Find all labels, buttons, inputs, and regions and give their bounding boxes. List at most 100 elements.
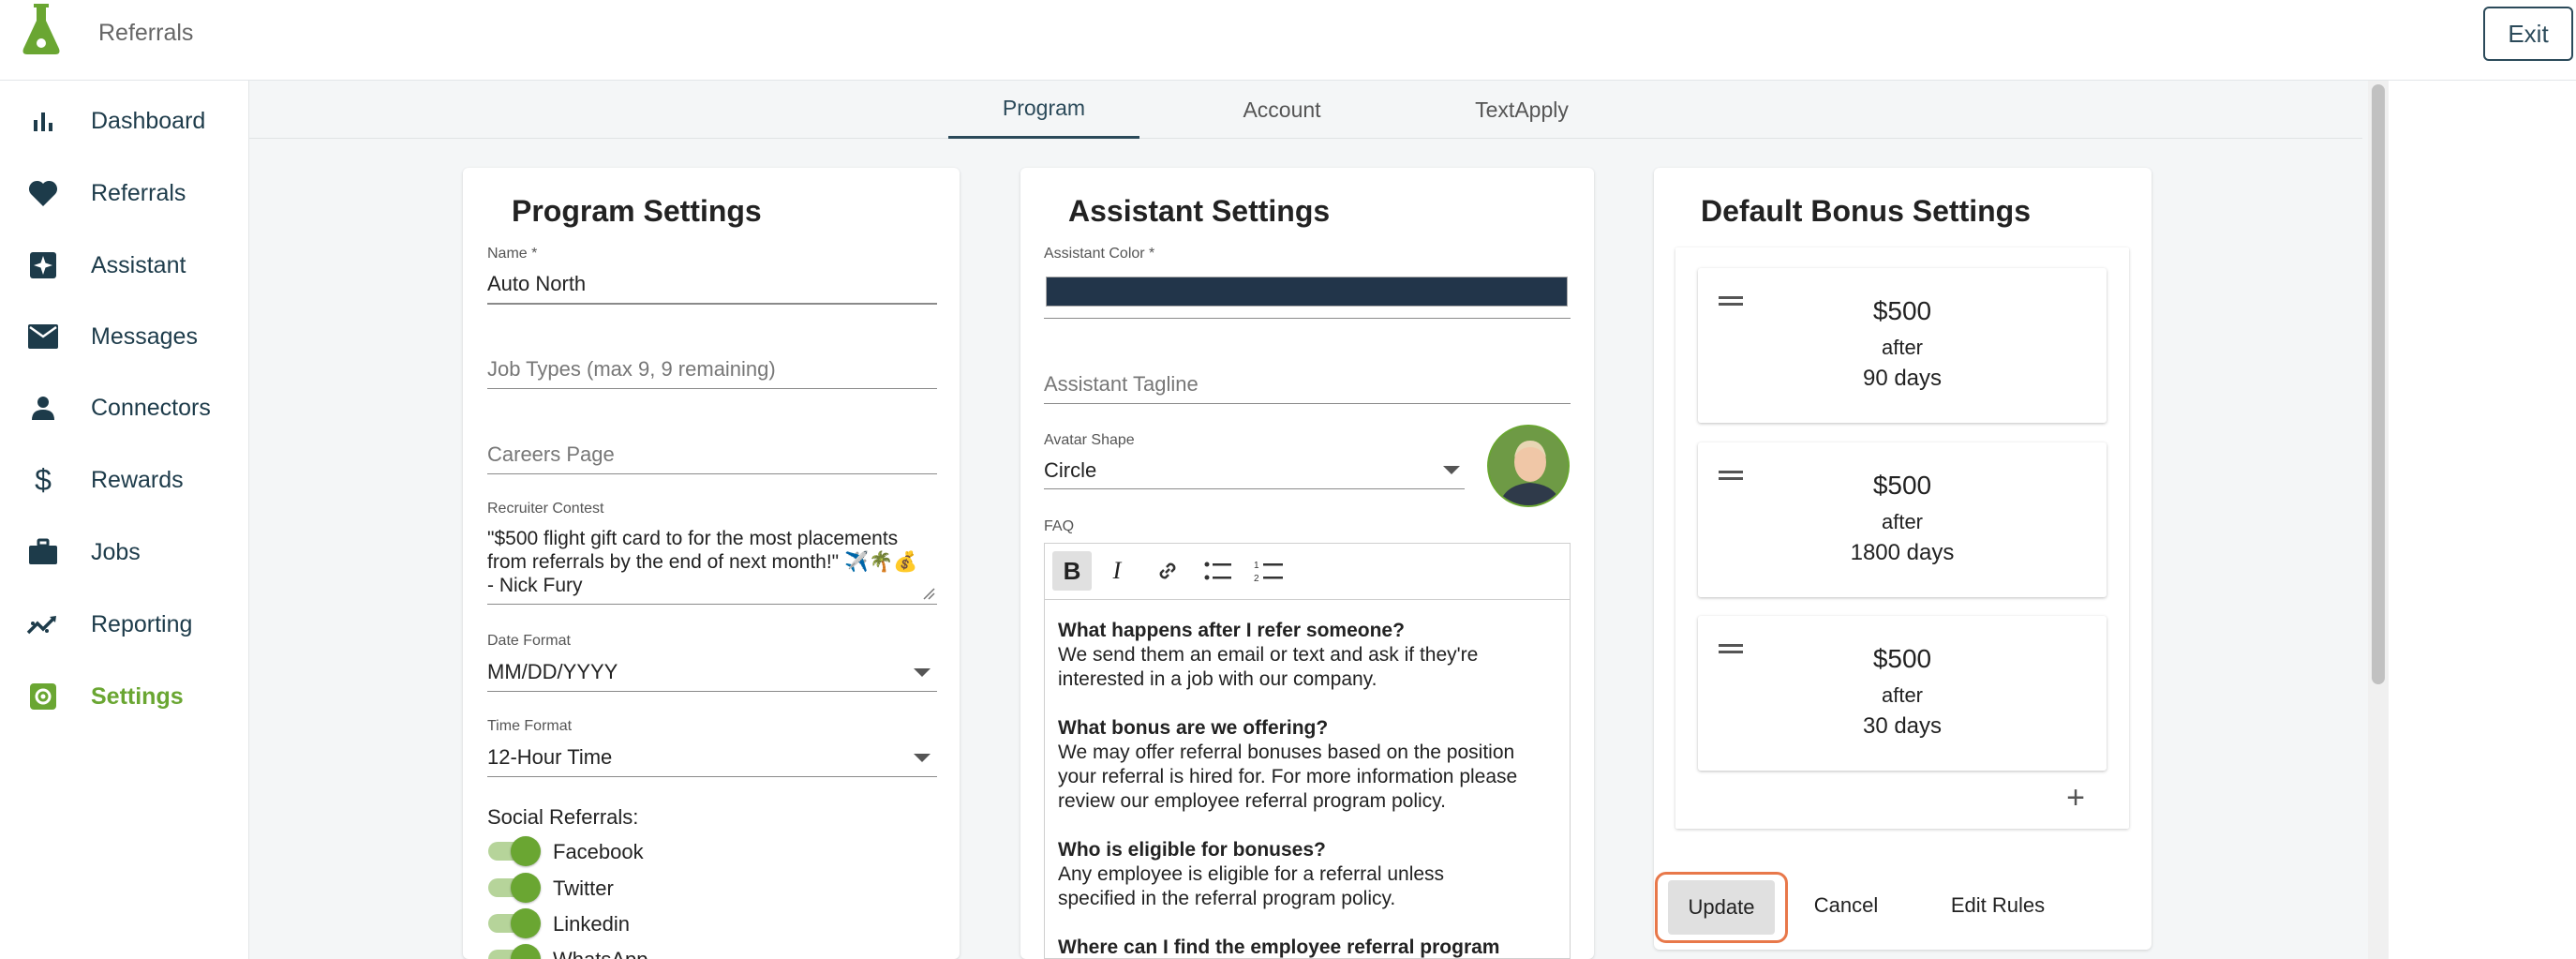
svg-text:1: 1 — [1254, 561, 1259, 571]
faq-editor[interactable]: What happens after I refer someone? We s… — [1044, 599, 1571, 959]
bonus-amount: $500 — [1872, 644, 1932, 673]
bonus-settings-title: Default Bonus Settings — [1701, 194, 2032, 228]
contest-line: from referrals by the end of next month!… — [487, 551, 918, 573]
sidebar-item-label: Rewards — [91, 466, 184, 493]
time-format-select[interactable]: 12-Hour Time — [487, 745, 612, 770]
briefcase-icon — [26, 535, 60, 569]
bonus-amount: $500 — [1872, 471, 1932, 500]
job-types-input[interactable]: Job Types (max 9, 9 remaining) — [487, 357, 776, 382]
avatar-photo-icon — [1489, 427, 1568, 505]
cancel-button[interactable]: Cancel — [1799, 876, 1893, 936]
sidebar-item-assistant[interactable]: Assistant — [0, 235, 249, 295]
tab-account[interactable]: Account — [1186, 81, 1377, 139]
faq-answer: We may offer referral bonuses based on t… — [1058, 742, 1515, 763]
sidebar-item-label: Jobs — [91, 538, 141, 565]
settings-tabs: Program Account TextApply — [249, 81, 2362, 139]
numbered-list-icon[interactable]: 12 — [1249, 551, 1288, 591]
linkedin-label: Linkedin — [553, 912, 630, 936]
avatar[interactable] — [1487, 425, 1570, 507]
italic-icon[interactable]: I — [1097, 551, 1137, 591]
person-icon — [26, 391, 60, 425]
heart-icon — [26, 176, 60, 210]
trend-icon — [26, 607, 60, 641]
settings-icon — [26, 680, 60, 713]
bonus-days: 1800 days — [1850, 540, 1955, 565]
add-bonus-icon[interactable]: + — [2062, 782, 2090, 814]
right-gutter — [2389, 81, 2576, 959]
bonus-after: after — [1881, 683, 1924, 707]
sidebar-item-label: Referrals — [91, 179, 186, 206]
sidebar-item-label: Settings — [91, 682, 184, 710]
twitter-toggle[interactable] — [486, 873, 541, 903]
sparkle-icon — [26, 248, 60, 282]
bonus-days: 30 days — [1862, 713, 1943, 739]
edit-rules-button[interactable]: Edit Rules — [1940, 876, 2056, 936]
time-format-underline — [487, 776, 937, 777]
recruiter-contest-textarea[interactable]: "$500 flight gift card to for the most p… — [487, 527, 937, 602]
bonus-item[interactable]: $500 after 1800 days — [1698, 442, 2107, 597]
avatar-shape-label: Avatar Shape — [1044, 432, 1135, 448]
avatar-shape-select[interactable]: Circle — [1044, 458, 1096, 483]
whatsapp-label: WhatsApp — [553, 948, 648, 959]
faq-question: Where can I find the employee referral p… — [1058, 937, 1500, 958]
tab-program[interactable]: Program — [948, 81, 1139, 139]
assistant-tagline-input[interactable]: Assistant Tagline — [1044, 372, 1199, 397]
faq-answer: Any employee is eligible for a referral … — [1058, 863, 1445, 885]
date-format-label: Date Format — [487, 633, 571, 649]
bonus-list: $500 after 90 days $500 after 1800 days … — [1675, 247, 2129, 829]
sidebar: Dashboard Referrals Assistant Messages C… — [0, 81, 249, 959]
assistant-color-swatch[interactable] — [1046, 277, 1568, 307]
sidebar-item-jobs[interactable]: Jobs — [0, 522, 249, 582]
name-underline — [487, 303, 937, 305]
name-input[interactable]: Auto North — [487, 272, 586, 296]
scrollbar[interactable] — [2368, 81, 2389, 959]
name-label: Name * — [487, 246, 538, 262]
date-format-underline — [487, 691, 937, 692]
scrollbar-thumb[interactable] — [2372, 84, 2385, 684]
sidebar-item-referrals[interactable]: Referrals — [0, 163, 249, 223]
sidebar-item-label: Messages — [91, 322, 198, 350]
chevron-down-icon[interactable] — [914, 754, 931, 762]
program-settings-title: Program Settings — [512, 194, 762, 228]
tab-textapply[interactable]: TextApply — [1426, 81, 1617, 139]
exit-button[interactable]: Exit — [2483, 7, 2573, 61]
faq-question: What happens after I refer someone? — [1058, 620, 1405, 641]
bonus-item[interactable]: $500 after 90 days — [1698, 268, 2107, 423]
contest-line: "$500 flight gift card to for the most p… — [487, 528, 899, 549]
faq-answer: specified in the referral program policy… — [1058, 888, 1396, 909]
linkedin-toggle[interactable] — [486, 908, 541, 938]
bonus-item[interactable]: $500 after 30 days — [1698, 616, 2107, 771]
sidebar-item-connectors[interactable]: Connectors — [0, 378, 249, 438]
update-button[interactable]: Update — [1668, 880, 1775, 935]
chevron-down-icon[interactable] — [914, 668, 931, 677]
assistant-settings-title: Assistant Settings — [1068, 194, 1331, 228]
recruiter-contest-label: Recruiter Contest — [487, 501, 604, 517]
bold-icon[interactable]: B — [1052, 551, 1092, 591]
chevron-down-icon[interactable] — [1443, 466, 1460, 474]
bulleted-list-icon[interactable] — [1199, 551, 1238, 591]
facebook-toggle[interactable] — [486, 836, 541, 866]
envelope-icon — [26, 320, 60, 353]
faq-label: FAQ — [1044, 518, 1075, 534]
faq-question: Who is eligible for bonuses? — [1058, 839, 1326, 861]
time-format-label: Time Format — [487, 718, 573, 734]
resize-handle-icon[interactable] — [922, 587, 935, 600]
contest-underline — [487, 604, 937, 605]
faq-answer: review our employee referral program pol… — [1058, 790, 1446, 812]
sidebar-item-messages[interactable]: Messages — [0, 307, 249, 367]
sidebar-item-rewards[interactable]: $ Rewards — [0, 450, 249, 510]
bonus-after: after — [1881, 336, 1924, 359]
flask-logo-icon — [22, 4, 60, 54]
bonus-after: after — [1881, 510, 1924, 533]
sidebar-item-settings[interactable]: Settings — [0, 667, 249, 727]
sidebar-item-label: Assistant — [91, 251, 186, 278]
careers-page-input[interactable]: Careers Page — [487, 442, 615, 467]
date-format-select[interactable]: MM/DD/YYYY — [487, 660, 618, 684]
link-icon[interactable] — [1148, 551, 1187, 591]
sidebar-item-dashboard[interactable]: Dashboard — [0, 91, 249, 151]
careers-page-underline — [487, 473, 937, 474]
whatsapp-toggle[interactable] — [486, 944, 541, 959]
bonus-days: 90 days — [1862, 366, 1943, 391]
sidebar-item-reporting[interactable]: Reporting — [0, 594, 249, 654]
faq-answer: We send them an email or text and ask if… — [1058, 644, 1479, 666]
